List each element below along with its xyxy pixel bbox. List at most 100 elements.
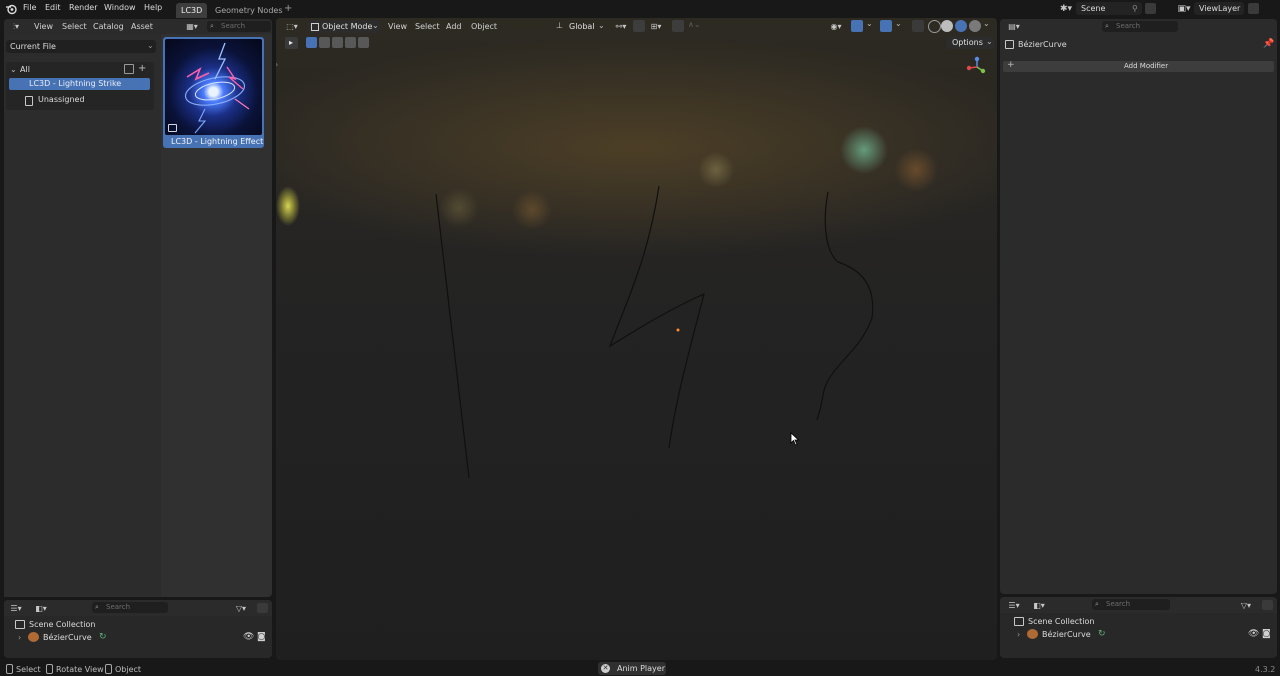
toolbar-toggle-button[interactable]: ▸: [285, 37, 298, 49]
shading-rendered-button[interactable]: [969, 20, 981, 32]
object-mode-icon: [311, 23, 319, 31]
expand-arrow-icon[interactable]: ›: [1017, 630, 1020, 639]
viewport-menu-object[interactable]: Object: [471, 22, 497, 31]
display-mode-icon[interactable]: ▦▾: [183, 21, 201, 32]
select-extend-mode[interactable]: [319, 37, 330, 48]
select-box-mode[interactable]: [306, 37, 317, 48]
editor-type-icon[interactable]: ▤▾: [1005, 21, 1023, 32]
shading-material-button[interactable]: [955, 20, 967, 32]
new-scene-button[interactable]: [1145, 3, 1156, 14]
library-dropdown[interactable]: Current File ⌄: [6, 40, 156, 53]
snap-toggle[interactable]: [633, 20, 645, 32]
viewport-menu-select[interactable]: Select: [415, 22, 440, 31]
menu-render[interactable]: Render: [69, 3, 97, 12]
viewport-menu-view[interactable]: View: [388, 22, 407, 31]
close-icon[interactable]: ✕: [601, 664, 610, 673]
sidebar-toggle-icon[interactable]: ›: [276, 60, 278, 69]
blender-logo-icon[interactable]: [5, 3, 17, 15]
view-layer-field[interactable]: ViewLayer: [1194, 2, 1244, 15]
asset-search-input[interactable]: ⌕ Search: [207, 21, 271, 32]
viewport-3d[interactable]: ⬚▾ Object Mode ⌄ View Select Add Object …: [276, 18, 997, 660]
proportional-edit-toggle[interactable]: [672, 20, 684, 32]
asset-tile[interactable]: LC3D - Lightning Effect: [163, 37, 264, 148]
new-collection-button[interactable]: [257, 603, 268, 613]
pin-icon[interactable]: 📌: [1263, 39, 1274, 49]
bezier-curves[interactable]: [276, 18, 997, 660]
chevron-down-icon[interactable]: ⌄: [983, 19, 990, 28]
select-intersect-mode[interactable]: [358, 37, 369, 48]
options-dropdown[interactable]: Options ⌄: [946, 37, 994, 49]
falloff-icon[interactable]: ∧⌄: [688, 20, 701, 29]
mouse-cursor: [790, 432, 800, 446]
viewport-menu-add[interactable]: Add: [446, 22, 462, 31]
catalog-sidebar: Current File ⌄ ⌄ All + LC3D - Lightning …: [4, 34, 161, 597]
add-workspace-button[interactable]: +: [284, 3, 292, 14]
snap-target-icon[interactable]: ⊞▾: [647, 20, 665, 32]
catalog-lightning-strike-label: LC3D - Lightning Strike: [29, 79, 122, 88]
shading-wireframe-button[interactable]: [928, 20, 941, 33]
mode-dropdown[interactable]: Object Mode ⌄: [308, 20, 380, 33]
tab-lc3d-label: LC3D: [181, 6, 203, 15]
view-layer-icon[interactable]: ▣▾: [1176, 3, 1192, 15]
tab-geometry-nodes[interactable]: Geometry Nodes: [215, 6, 282, 15]
menu-edit[interactable]: Edit: [45, 3, 61, 12]
outliner-left-object[interactable]: BézierCurve: [43, 633, 92, 642]
eye-icon[interactable]: 👁: [1248, 629, 1259, 639]
catalog-all[interactable]: All: [20, 65, 30, 74]
outliner-right-search[interactable]: ⌕ Search: [1092, 599, 1170, 610]
editor-type-icon[interactable]: ⫶▾: [7, 21, 25, 32]
new-catalog-icon[interactable]: [124, 64, 134, 74]
scene-icon[interactable]: ✱▾: [1058, 3, 1074, 15]
new-collection-button[interactable]: [1262, 600, 1273, 610]
library-name: Current File: [10, 42, 56, 51]
display-mode-icon[interactable]: ◧▾: [1030, 599, 1048, 611]
tree-expand-icon[interactable]: ⌄: [10, 65, 17, 74]
editor-type-icon[interactable]: ⬚▾: [283, 21, 301, 32]
catalog-unassigned[interactable]: Unassigned: [38, 95, 85, 104]
display-mode-icon[interactable]: ◧▾: [32, 602, 50, 614]
outliner-left-search[interactable]: ⌕ Search: [92, 602, 168, 613]
asset-menu-catalog[interactable]: Catalog: [93, 22, 124, 31]
editor-type-icon[interactable]: ☰▾: [1005, 599, 1023, 611]
select-subtract-mode[interactable]: [332, 37, 343, 48]
editor-type-icon[interactable]: ☰▾: [7, 602, 25, 614]
xray-toggle[interactable]: [912, 20, 924, 32]
outliner-left-collection[interactable]: Scene Collection: [29, 620, 96, 629]
scene-collection-icon: [1014, 617, 1024, 626]
select-invert-mode[interactable]: [345, 37, 356, 48]
outliner-right-search-placeholder: Search: [1106, 600, 1131, 608]
outliner-right-object[interactable]: BézierCurve: [1042, 630, 1091, 639]
outliner-right-collection[interactable]: Scene Collection: [1028, 617, 1095, 626]
add-modifier-button[interactable]: + Add Modifier: [1003, 60, 1274, 72]
camera-icon[interactable]: ◙: [257, 632, 266, 642]
scene-field[interactable]: Scene ⚲: [1076, 2, 1142, 15]
new-view-layer-button[interactable]: [1248, 3, 1259, 14]
eye-icon[interactable]: 👁: [243, 632, 254, 642]
navigation-gizmo[interactable]: [966, 56, 988, 78]
chevron-down-icon[interactable]: ⌄: [866, 19, 873, 28]
filter-icon[interactable]: ▽▾: [232, 602, 250, 614]
menu-file[interactable]: File: [23, 3, 36, 12]
asset-menu-asset[interactable]: Asset: [131, 22, 153, 31]
pin-icon[interactable]: ⚲: [1132, 4, 1138, 13]
properties-search-input[interactable]: ⌕ Search: [1102, 21, 1178, 32]
expand-arrow-icon[interactable]: ›: [18, 633, 21, 642]
gizmo-toggle[interactable]: [851, 20, 863, 32]
menu-window[interactable]: Window: [104, 3, 136, 12]
catalog-lightning-strike[interactable]: LC3D - Lightning Strike: [9, 78, 150, 90]
add-catalog-icon[interactable]: +: [138, 63, 146, 74]
camera-icon[interactable]: ◙: [1262, 629, 1271, 639]
asset-menu-select[interactable]: Select: [62, 22, 87, 31]
transform-orientation-dropdown[interactable]: ⊥ Global ⌄: [554, 20, 606, 33]
menu-help[interactable]: Help: [144, 3, 162, 12]
chevron-down-icon[interactable]: ⌄: [895, 19, 902, 28]
pivot-point-icon[interactable]: ⚯▾: [612, 20, 630, 32]
tab-lc3d[interactable]: LC3D: [176, 3, 207, 18]
filter-icon[interactable]: ▽▾: [1237, 599, 1255, 611]
overlays-toggle[interactable]: [880, 20, 892, 32]
anim-player-indicator[interactable]: ✕ Anim Player: [598, 662, 666, 675]
view-object-types-icon[interactable]: ◉▾: [826, 20, 846, 32]
asset-menu-view[interactable]: View: [34, 22, 53, 31]
shading-solid-button[interactable]: [941, 20, 953, 32]
view-layer-name: ViewLayer: [1199, 4, 1241, 13]
